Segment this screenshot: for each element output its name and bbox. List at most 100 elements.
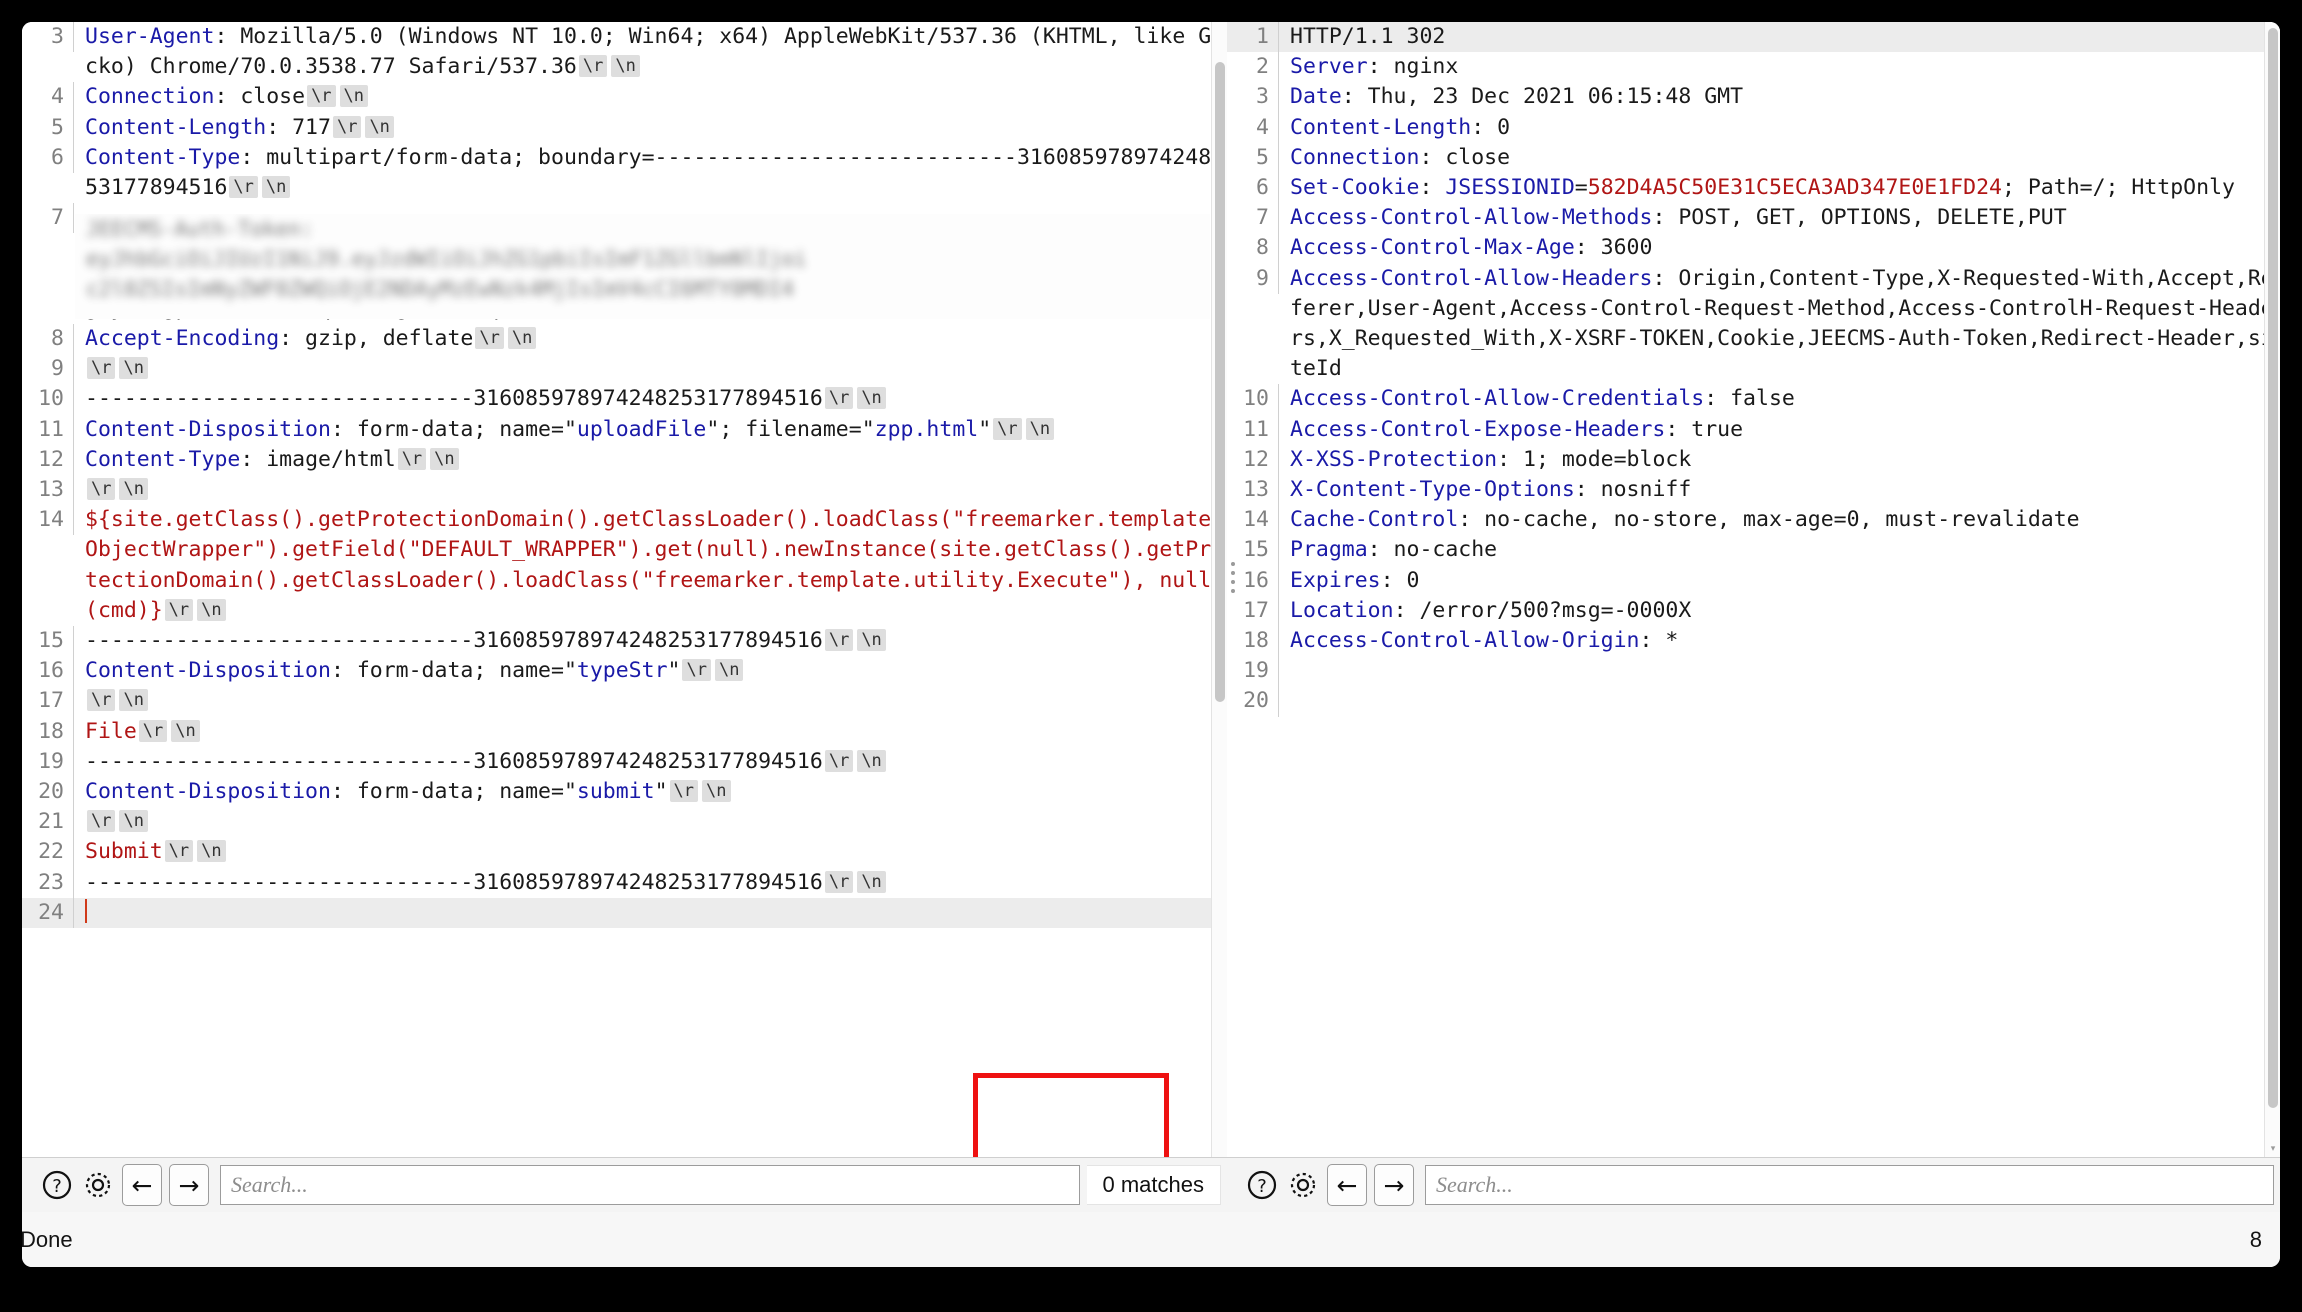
code-line[interactable]: 23 ------------------------------31608597… [22,867,1227,898]
line-number: 6 [22,142,74,174]
handle-dot [1231,588,1235,593]
line-number: 10 [22,384,74,415]
gear-icon[interactable] [1286,1168,1320,1202]
screenshot-root: 3 User-Agent: Mozilla/5.0 (Windows NT 10.… [0,0,2302,1312]
line-content: HTTP/1.1 302 [1290,24,1446,49]
code-line[interactable]: 6 Content-Type: multipart/form-data; boun… [22,142,1227,203]
crlf-chip: \n [702,780,731,803]
line-content: Expires: 0 [1290,567,1420,593]
line-content: Access-Control-Allow-Origin: * [1290,628,1679,654]
line-content: Access-Control-Allow-Headers: Origin,Con… [1290,265,2274,382]
response-vertical-scrollbar[interactable]: ▾ [2264,22,2280,1157]
find-previous-button[interactable]: ← [122,1164,162,1206]
line-number: 2 [1227,52,1279,83]
line-number: 3 [22,22,74,53]
code-line[interactable]: 19 ------------------------------31608597… [22,746,1227,778]
code-line[interactable]: 3 User-Agent: Mozilla/5.0 (Windows NT 10.… [22,22,1227,82]
code-line[interactable]: 5 Connection: close [1227,142,2280,174]
crlf-chip: \n [611,55,640,78]
line-content: Location: /error/500?msg=-0000X [1290,597,1692,623]
code-line[interactable]: 14 Cache-Control: no-cache, no-store, max… [1227,505,2280,536]
code-line[interactable]: 11 Content-Disposition: form-data; name="… [22,414,1227,445]
code-line[interactable]: 20 Content-Disposition: form-data; name="… [22,777,1227,808]
code-line[interactable]: 1 HTTP/1.1 302 [1227,22,2280,53]
code-line[interactable]: 17 \r \n [22,686,1227,717]
code-line[interactable]: 7 Access-Control-Allow-Methods: POST, GET… [1227,203,2280,234]
code-line[interactable]: 9 \r \n [22,354,1227,385]
crlf-chip: \n [857,387,886,410]
line-content: ------------------------------3160859789… [74,747,1227,777]
crlf-chip: \r [824,387,854,410]
crlf-chip: \n [365,115,394,138]
crlf-chip: \r [332,115,362,138]
code-line[interactable]: 16 Expires: 0 [1227,565,2280,596]
help-icon[interactable]: ? [40,1168,74,1202]
line-number: 20 [22,777,74,808]
code-line[interactable]: 8 Access-Control-Max-Age: 3600 [1227,233,2280,264]
find-previous-button[interactable]: ← [1327,1164,1367,1206]
request-search-input[interactable]: Search... [220,1165,1080,1205]
code-line[interactable]: 24 [22,897,1227,929]
line-number: 11 [1227,414,1279,445]
code-line[interactable]: 19 [1227,656,2280,687]
code-line[interactable]: 5 Content-Length: 717 \r \n [22,112,1227,143]
code-line[interactable]: 4 Connection: close \r \n [22,82,1227,113]
line-number: 18 [22,716,74,747]
response-search-input[interactable]: Search... [1425,1165,2274,1205]
request-editor[interactable]: 3 User-Agent: Mozilla/5.0 (Windows NT 10.… [22,22,1227,1157]
code-line[interactable]: 12 X-XSS-Protection: 1; mode=block [1227,444,2280,476]
code-line[interactable]: 15 Pragma: no-cache [1227,535,2280,566]
crlf-chip: \n [339,85,369,108]
code-line[interactable]: 3 Date: Thu, 23 Dec 2021 06:15:48 GMT [1227,82,2280,113]
request-vertical-scrollbar[interactable] [1211,22,1227,1157]
code-line[interactable]: 13 \r \n [22,475,1227,506]
code-line[interactable]: 10 Access-Control-Allow-Credentials: fals… [1227,384,2280,415]
request-scroll-thumb[interactable] [1215,62,1225,702]
line-content: Access-Control-Expose-Headers: true [1290,416,1744,442]
code-line[interactable]: 13 X-Content-Type-Options: nosniff [1227,475,2280,506]
request-pane: 3 User-Agent: Mozilla/5.0 (Windows NT 10.… [22,22,1227,1212]
gear-icon[interactable] [81,1168,115,1202]
code-line[interactable]: 12 Content-Type: image/html \r \n [22,444,1227,476]
panes-container: 3 User-Agent: Mozilla/5.0 (Windows NT 10.… [22,22,2280,1212]
line-number: 19 [22,746,74,778]
code-line[interactable]: 22 Submit \r \n [22,837,1227,868]
crlf-chip: \r [229,176,258,199]
line-content: \r \n [74,354,1227,384]
line-content: File \r \n [74,717,1227,747]
help-icon[interactable]: ? [1245,1168,1279,1202]
code-line[interactable]: 10 ------------------------------31608597… [22,384,1227,415]
line-number: 11 [22,414,74,445]
request-find-bar: ? ← → Search... 0 matches [22,1157,1227,1212]
code-line[interactable]: 14 ${site.getClass().getProtectionDomain(… [22,505,1227,626]
code-line[interactable]: 15 ------------------------------31608597… [22,626,1227,657]
line-content: Access-Control-Max-Age: 3600 [1290,235,1653,261]
find-next-button[interactable]: → [169,1164,209,1206]
code-line[interactable]: 18 Access-Control-Allow-Origin: * [1227,626,2280,657]
line-number: 23 [22,867,74,898]
code-line[interactable]: 6 Set-Cookie: JSESSIONID=582D4A5C50E31C5E… [1227,173,2280,204]
code-line[interactable]: 16 Content-Disposition: form-data; name="… [22,656,1227,687]
code-line[interactable]: 9 Access-Control-Allow-Headers: Origin,Co… [1227,263,2280,385]
line-number: 8 [22,324,74,355]
response-editor[interactable]: 1 HTTP/1.1 302 2 Server: nginx 3 Date: Thu, 2… [1227,22,2280,1157]
crlf-chip: \n [857,870,886,893]
find-next-button[interactable]: → [1374,1164,1414,1206]
line-number: 12 [1227,444,1279,476]
code-line[interactable]: 20 [1227,686,2280,717]
code-line[interactable]: 11 Access-Control-Expose-Headers: true [1227,414,2280,445]
response-scroll-down-arrow[interactable]: ▾ [2268,1143,2278,1153]
code-line[interactable]: 21 \r \n [22,807,1227,838]
redacted-token-header: JEECMS-Auth-Token: [86,217,314,241]
code-line[interactable]: 2 Server: nginx [1227,52,2280,83]
code-line[interactable]: 17 Location: /error/500?msg=-0000X [1227,595,2280,627]
code-line[interactable]: 18 File \r \n [22,716,1227,747]
response-scroll-thumb[interactable] [2268,28,2278,1108]
pane-resize-handle[interactable] [1226,542,1240,612]
code-line[interactable]: 8 Accept-Encoding: gzip, deflate \r \n [22,324,1227,355]
code-line[interactable]: 4 Content-Length: 0 [1227,112,2280,143]
status-text: Done [22,1226,73,1252]
crlf-chip: \r [164,840,194,863]
line-number: 9 [1227,263,1279,294]
crlf-chip: \n [857,629,886,652]
